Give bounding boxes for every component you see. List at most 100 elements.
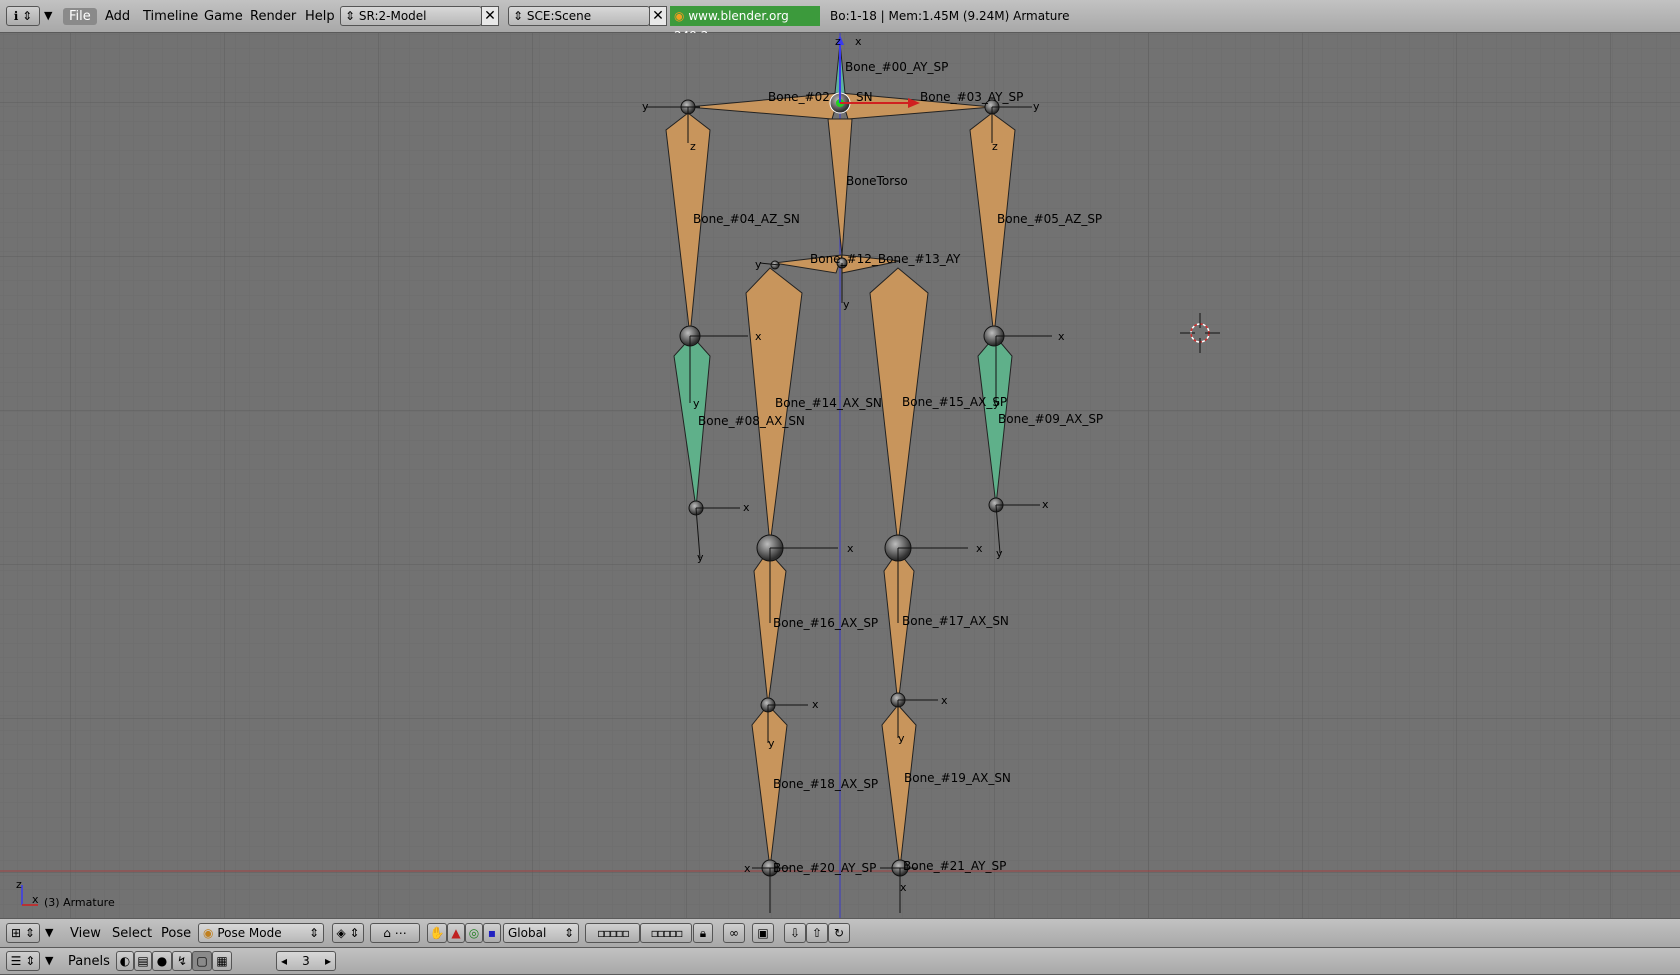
buttons-window-header: ☰ ⇕ ▼ Panels ◐ ▤ ● ↯ ▢ ▦ ◂ 3 ▸ bbox=[0, 948, 1680, 975]
bone-label: Bone_#09_AX_SP bbox=[998, 412, 1103, 426]
menu-game[interactable]: Game bbox=[204, 9, 243, 24]
blender-logo-icon: ◉ bbox=[674, 9, 685, 23]
viewport-canvas[interactable]: yy zz xx yy xx yy xx xx yy xx yy xz Bone… bbox=[0, 33, 1680, 918]
updown-icon: ⇕ bbox=[563, 926, 574, 940]
shading-context-icon[interactable]: ● bbox=[152, 951, 172, 971]
bone-label: Bone_#05_AZ_SP bbox=[997, 212, 1102, 226]
svg-text:x: x bbox=[32, 893, 39, 906]
editing-context-icon[interactable]: ▢ bbox=[192, 951, 212, 971]
mode-selector[interactable]: ◉ Pose Mode ⇕ bbox=[198, 923, 324, 943]
orientation-selector[interactable]: Global ⇕ bbox=[503, 923, 579, 943]
svg-text:x: x bbox=[941, 694, 948, 707]
svg-text:y: y bbox=[693, 397, 700, 410]
website-link[interactable]: ◉ www.blender.org 249.2 bbox=[670, 6, 820, 43]
bone-label: Bone_#21_AY_SP bbox=[903, 859, 1006, 873]
menu-select[interactable]: Select bbox=[112, 926, 152, 941]
svg-text:x: x bbox=[744, 862, 751, 875]
svg-text:y: y bbox=[996, 547, 1003, 560]
scene-name: SCE:Scene bbox=[526, 9, 592, 23]
layers-group-2[interactable]: ▫▫▫▫▫ bbox=[640, 923, 692, 943]
svg-text:y: y bbox=[697, 551, 704, 564]
svg-text:y: y bbox=[898, 732, 905, 745]
svg-text:x: x bbox=[755, 330, 762, 343]
svg-text:y: y bbox=[755, 258, 762, 271]
bone-label: Bone_#02 bbox=[768, 90, 830, 104]
menu-panels[interactable]: Panels bbox=[68, 954, 110, 969]
3d-view-header: ⊞ ⇕ ▼ View Select Pose ◉ Pose Mode ⇕ ◈ ⇕… bbox=[0, 918, 1680, 948]
svg-text:y: y bbox=[843, 298, 850, 311]
svg-text:x: x bbox=[900, 881, 907, 894]
bone-label: Bone_#17_AX_SN bbox=[902, 614, 1009, 628]
bone-label: Bone_#15_AX_SP bbox=[902, 395, 1007, 409]
delete-scene-button[interactable]: ✕ bbox=[649, 6, 667, 26]
editor-type-icon[interactable]: ☰ ⇕ bbox=[6, 951, 40, 971]
svg-text:x: x bbox=[855, 35, 862, 48]
bone-label: Bone_#19_AX_SN bbox=[904, 771, 1011, 785]
scene-selector[interactable]: ⇕ SCE:Scene bbox=[508, 6, 650, 26]
top-header: ℹ ⇕ ▼ File Add Timeline Game Render Help… bbox=[0, 0, 1680, 43]
svg-text:y: y bbox=[642, 100, 649, 113]
bone-label: Bone_#00_AY_SP bbox=[845, 60, 948, 74]
script-context-icon[interactable]: ▤ bbox=[134, 951, 152, 971]
menu-add[interactable]: Add bbox=[105, 9, 130, 24]
bone-label: Bone_#04_AZ_SN bbox=[693, 212, 800, 226]
scene-stats: Bo:1-18 | Mem:1.45M (9.24M) Armature bbox=[830, 9, 1070, 23]
menu-file[interactable]: File bbox=[63, 8, 97, 25]
scale-manipulator-button[interactable]: ▪ bbox=[483, 923, 501, 943]
bone-label: BoneTorso bbox=[846, 174, 908, 188]
arrow-right-icon[interactable]: ▸ bbox=[325, 952, 331, 970]
editor-type-icon[interactable]: ⊞ ⇕ bbox=[6, 923, 40, 943]
menu-render[interactable]: Render bbox=[250, 9, 296, 24]
screen-name: SR:2-Model bbox=[358, 9, 427, 23]
bone-label: Bone_#12_Bone_#13_AY bbox=[810, 252, 961, 266]
object-context-icon[interactable]: ↯ bbox=[172, 951, 192, 971]
svg-text:y: y bbox=[1033, 100, 1040, 113]
collapse-menu-icon[interactable]: ▼ bbox=[45, 954, 53, 967]
svg-text:z: z bbox=[690, 140, 696, 153]
object-info: (3) Armature bbox=[44, 896, 115, 909]
arrow-left-icon[interactable]: ◂ bbox=[281, 952, 287, 970]
menu-view[interactable]: View bbox=[70, 926, 101, 941]
pose-mode-icon: ◉ bbox=[203, 926, 214, 940]
link-icon[interactable]: ∞ bbox=[723, 923, 745, 943]
svg-text:y: y bbox=[768, 737, 775, 750]
3d-viewport[interactable]: yy zz xx yy xx yy xx xx yy xx yy xz Bone… bbox=[0, 33, 1680, 918]
paste-flipped-pose-button[interactable]: ↻ bbox=[828, 923, 850, 943]
bone-label: Bone_#20_AY_SP bbox=[773, 861, 876, 875]
svg-text:x: x bbox=[1058, 330, 1065, 343]
updown-icon: ⇕ bbox=[345, 9, 356, 23]
manipulator-toggle-button[interactable]: ✋ bbox=[427, 923, 447, 943]
menu-timeline[interactable]: Timeline bbox=[143, 9, 198, 24]
svg-text:z: z bbox=[835, 35, 841, 48]
collapse-menu-icon[interactable]: ▼ bbox=[45, 926, 53, 939]
collapse-menu-icon[interactable]: ▼ bbox=[44, 9, 52, 22]
delete-screen-button[interactable]: ✕ bbox=[481, 6, 499, 26]
svg-text:x: x bbox=[1042, 498, 1049, 511]
info-editor-icon[interactable]: ℹ ⇕ bbox=[6, 6, 40, 26]
lock-icon[interactable]: 🔒︎ bbox=[693, 923, 713, 943]
pivot-button[interactable]: ⌂ ⋯ bbox=[370, 923, 420, 943]
draw-type-button[interactable]: ◈ ⇕ bbox=[332, 923, 364, 943]
menu-help[interactable]: Help bbox=[305, 9, 335, 24]
bone-label: Bone_#08_AX_SN bbox=[698, 414, 805, 428]
menu-pose[interactable]: Pose bbox=[161, 926, 191, 941]
layers-group-1[interactable]: ▫▫▫▫▫ bbox=[585, 923, 640, 943]
svg-text:x: x bbox=[812, 698, 819, 711]
screen-selector[interactable]: ⇕ SR:2-Model bbox=[340, 6, 482, 26]
logic-context-icon[interactable]: ◐ bbox=[116, 951, 134, 971]
bone-label: SN bbox=[856, 90, 873, 104]
svg-text:x: x bbox=[743, 501, 750, 514]
updown-icon: ⇕ bbox=[513, 9, 524, 23]
scene-context-icon[interactable]: ▦ bbox=[212, 951, 232, 971]
bone-label: Bone_#18_AX_SP bbox=[773, 777, 878, 791]
render-preview-icon[interactable]: ▣ bbox=[752, 923, 774, 943]
paste-pose-button[interactable]: ⇧ bbox=[806, 923, 828, 943]
rotate-manipulator-button[interactable]: ◎ bbox=[465, 923, 483, 943]
svg-text:z: z bbox=[16, 878, 22, 891]
translate-manipulator-button[interactable]: ▲ bbox=[447, 923, 465, 943]
copy-pose-button[interactable]: ⇩ bbox=[784, 923, 806, 943]
frame-field[interactable]: ◂ 3 ▸ bbox=[276, 951, 336, 971]
bone-label: Bone_#14_AX_SN bbox=[775, 396, 882, 410]
updown-icon: ⇕ bbox=[308, 926, 319, 940]
bone-label: Bone_#03_AY_SP bbox=[920, 90, 1023, 104]
